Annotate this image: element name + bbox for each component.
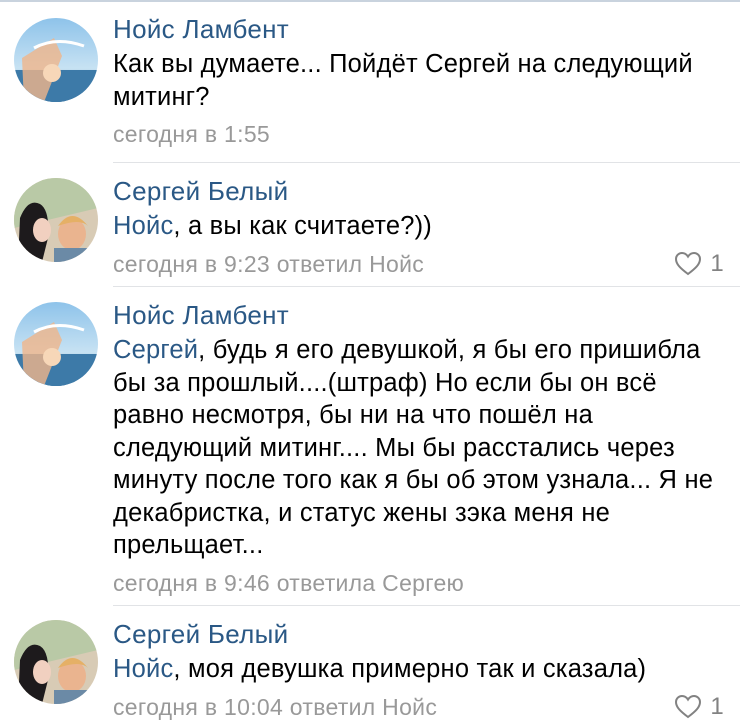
avatar[interactable] [14,178,98,262]
comment-text: Сергей, будь я его девушкой, я бы его пр… [113,334,726,562]
comment-timestamp[interactable]: сегодня в 9:46 ответила Сергею [113,570,464,596]
comment-meta: сегодня в 9:23 ответил Нойс 1 [113,250,726,278]
avatar[interactable] [14,302,98,386]
comment-author[interactable]: Сергей Белый [113,619,726,649]
heart-outline-icon [675,694,702,718]
divider [113,286,740,287]
divider [113,162,740,163]
like-count: 1 [710,692,724,720]
avatar-image [14,620,98,704]
mention-link[interactable]: Нойс [113,212,173,240]
comment-text: Как вы думаете... Пойдёт Сергей на следу… [113,48,726,113]
avatar[interactable] [14,620,98,704]
avatar-image [14,18,98,102]
comment-meta: сегодня в 10:04 ответил Нойс 1 [113,693,726,721]
heart-outline-icon [675,251,702,275]
comment-text-body: Как вы думаете... Пойдёт Сергей на следу… [113,50,693,111]
like-count: 1 [710,249,724,277]
like-button[interactable]: 1 [674,250,724,278]
comment-timestamp[interactable]: сегодня в 1:55 [113,121,270,147]
comment-text-body: , будь я его девушкой, я бы его пришибла… [113,336,714,559]
comment-text: Нойс, моя девушка примерно так и сказала… [113,653,726,686]
comment-author[interactable]: Нойс Ламбент [113,300,726,330]
mention-link[interactable]: Нойс [113,655,173,683]
avatar-image [14,302,98,386]
mention-link[interactable]: Сергей [113,336,198,364]
comment-author[interactable]: Сергей Белый [113,176,726,206]
comment-meta: сегодня в 1:55 [113,120,726,148]
top-divider [0,0,740,2]
avatar[interactable] [14,18,98,102]
like-button[interactable]: 1 [674,693,724,721]
comment-text-body: , моя девушка примерно так и сказала) [173,655,647,683]
comment-meta: сегодня в 9:46 ответила Сергею [113,569,726,597]
divider [113,605,740,606]
comment-timestamp[interactable]: сегодня в 10:04 ответил Нойс [113,694,437,720]
comment-text: Нойс, а вы как считаете?)) [113,210,726,243]
comment-text-body: , а вы как считаете?)) [173,212,432,240]
avatar-image [14,178,98,262]
comment-timestamp[interactable]: сегодня в 9:23 ответил Нойс [113,251,424,277]
comment-author[interactable]: Нойс Ламбент [113,14,726,44]
